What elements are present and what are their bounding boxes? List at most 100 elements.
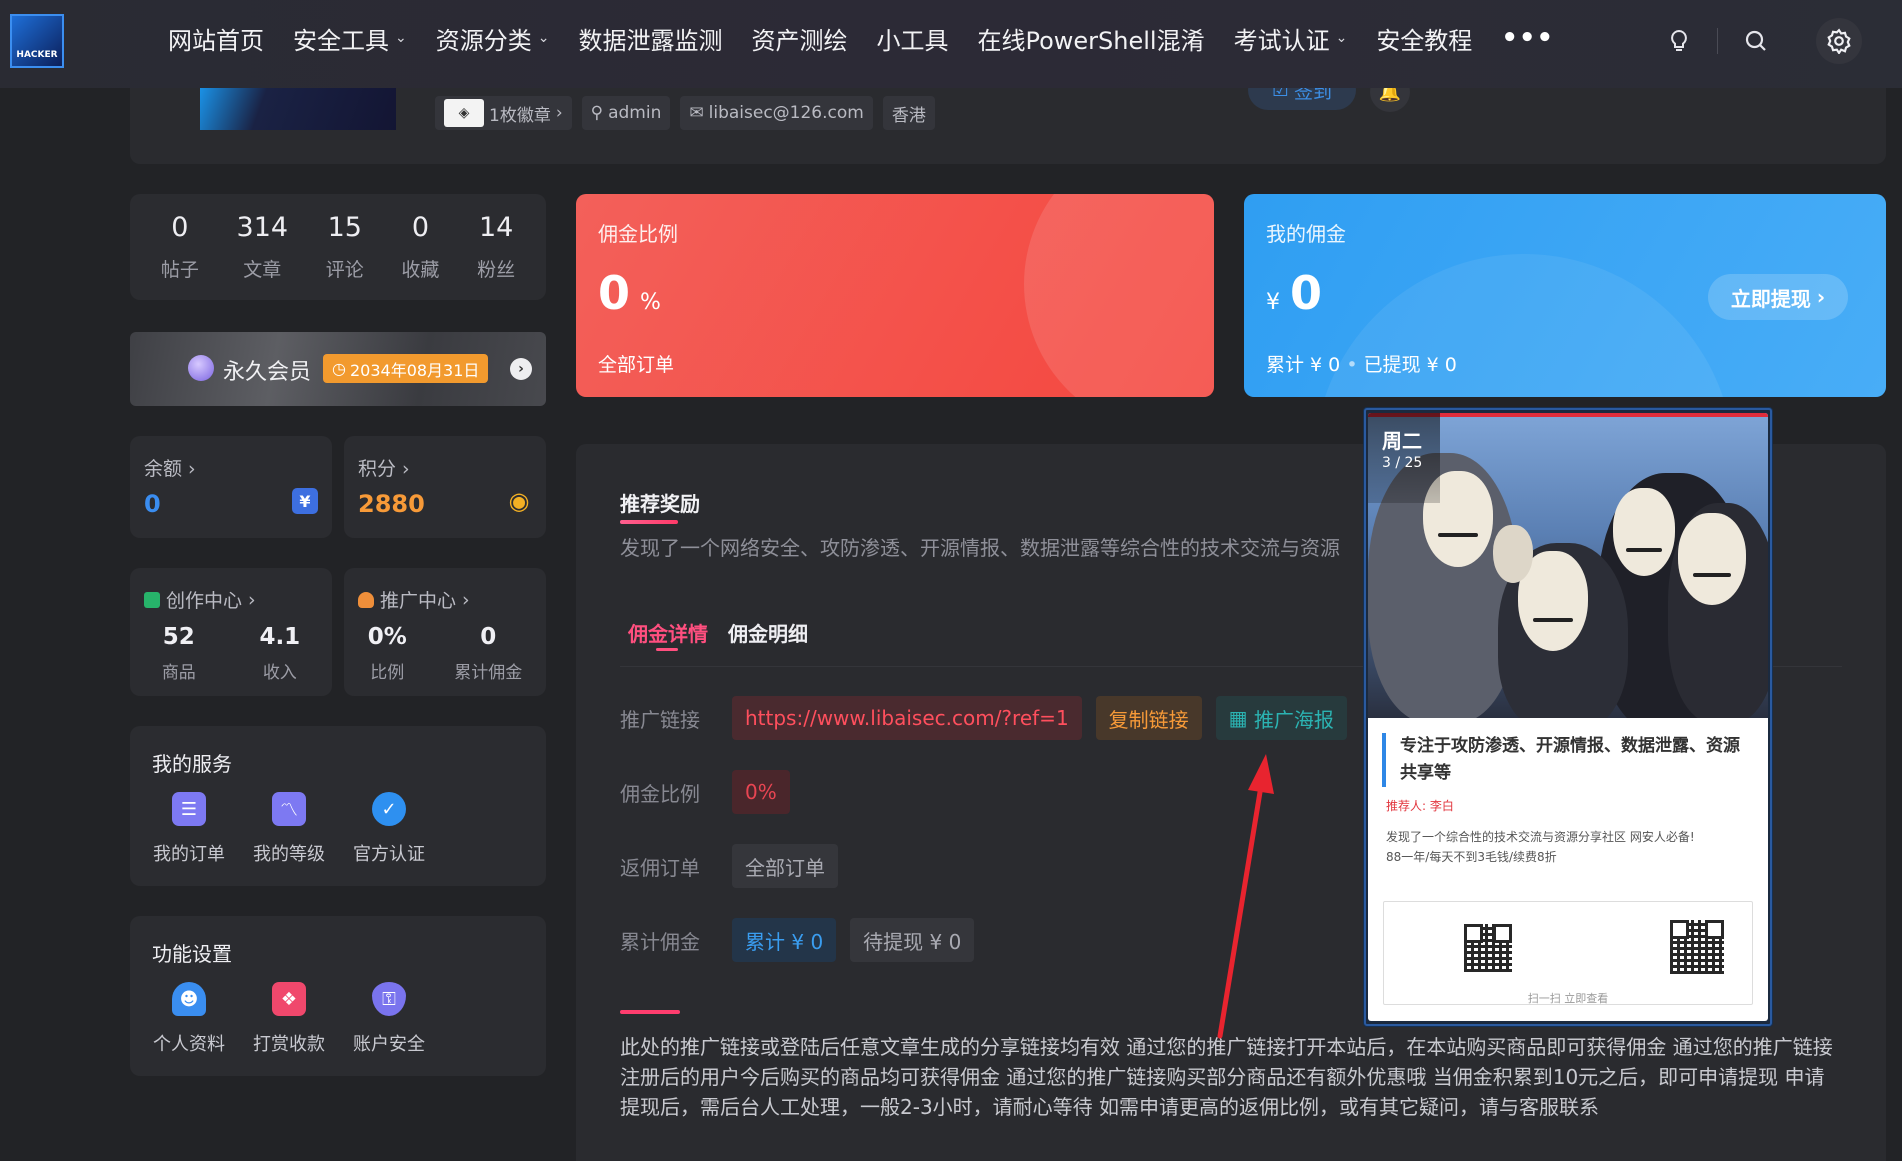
mask-face (1493, 525, 1533, 583)
row-referral-link: 推广链接 https://www.libaisec.com/?ref=1 复制链… (620, 696, 1361, 740)
clipboard-icon: ☰ (172, 792, 206, 826)
service-verification[interactable]: ✓ 官方认证 (352, 792, 426, 866)
commission-rate-card: 佣金比例 0% 全部订单 (576, 194, 1214, 397)
settings-heading: 功能设置 (152, 942, 232, 966)
tab-commission-details[interactable]: 佣金详情 (628, 618, 708, 647)
store-icon (144, 591, 160, 608)
stat-posts[interactable]: 0 帖子 (161, 212, 199, 282)
top-navbar: HACKER 网站首页 安全工具 ⌄ 资源分类 ⌄ 数据泄露监测 资产测绘 小工具 … (0, 0, 1902, 88)
points-value: 2880 (358, 490, 425, 518)
badge-tag[interactable]: ◈ 1枚徽章 › (435, 96, 572, 130)
chevron-down-icon: ⌄ (395, 30, 407, 46)
rebate-orders-pill: 全部订单 (732, 844, 838, 888)
ratio-num: 0% (367, 624, 407, 650)
qrcode-image (1670, 920, 1724, 974)
nav-item-asset-mapping[interactable]: 资产测绘 (751, 21, 847, 56)
balance-card[interactable]: 余额 › 0 ¥ (130, 436, 332, 538)
chart-icon: 〽 (272, 792, 306, 826)
promo-center-card[interactable]: 推广中心 › 0% 比例 0 累计佣金 (344, 568, 546, 696)
total-commission-stat: 0 累计佣金 (454, 624, 522, 683)
site-logo[interactable]: HACKER (10, 14, 64, 68)
shield-icon: ⚿ (372, 982, 406, 1016)
stat-articles[interactable]: 314 文章 (237, 212, 289, 282)
stat-value: 14 (478, 212, 514, 243)
nav-item-tutorials[interactable]: 安全教程 (1376, 21, 1472, 56)
copy-link-button[interactable]: 复制链接 (1095, 696, 1202, 740)
commission-number: 0 (1290, 266, 1323, 320)
gift-icon: ❖ (272, 982, 306, 1016)
vip-expiry: 2034年08月31日 (349, 360, 480, 380)
setting-profile[interactable]: ☻ 个人资料 (152, 982, 226, 1056)
poster-description: 发现了一个综合性的技术交流与资源分享社区 网安人必备! 88一年/每天不到3毛钱… (1386, 827, 1756, 867)
row-rebate-orders: 返佣订单 全部订单 (620, 844, 852, 888)
withdraw-button[interactable]: 立即提现 › (1708, 274, 1848, 320)
creator-center-label: 创作中心 (166, 590, 243, 612)
nav-label: 资源分类 (435, 26, 532, 55)
nav-item-security-tools[interactable]: 安全工具 ⌄ (293, 21, 407, 56)
my-commission-sub: 累计 ¥ 0 • 已提现 ¥ 0 (1266, 350, 1457, 377)
search-icon[interactable] (1740, 25, 1772, 57)
referral-heading: 推荐奖励 (620, 492, 700, 516)
stat-value: 0 (171, 212, 189, 243)
user-icon: ⚲ (590, 103, 604, 123)
nav-item-resources[interactable]: 资源分类 ⌄ (436, 21, 550, 56)
gem-icon (188, 355, 214, 381)
my-commission-title: 我的佣金 (1266, 222, 1346, 246)
location-tag: 香港 (882, 96, 935, 130)
row-commission-rate: 佣金比例 0% (620, 770, 804, 814)
qrcode-image (1464, 924, 1512, 972)
email-tag: ✉ libaisec@126.com (680, 96, 873, 130)
nav-item-leak-monitor[interactable]: 数据泄露监测 (578, 21, 722, 56)
chevron-down-icon: ⌄ (537, 30, 550, 46)
setting-security[interactable]: ⚿ 账户安全 (352, 982, 426, 1056)
referral-description: 发现了一个网络安全、攻防渗透、开源情报、数据泄露等综合性的技术交流与资源 (620, 536, 1340, 560)
chevron-right-icon[interactable]: › (510, 358, 532, 380)
stat-favorites[interactable]: 0 收藏 (401, 212, 439, 282)
mask-mustache (1626, 548, 1662, 552)
nav-item-powershell[interactable]: 在线PowerShell混淆 (977, 21, 1204, 56)
active-tab-indicator (656, 648, 678, 651)
nav-label: 在线PowerShell混淆 (977, 26, 1205, 55)
nav-item-tools[interactable]: 小工具 (876, 21, 948, 56)
nav-label: 数据泄露监测 (578, 26, 723, 55)
my-commission-card: 我的佣金 ¥0 累计 ¥ 0 • 已提现 ¥ 0 立即提现 › (1244, 194, 1886, 397)
nav-item-certification[interactable]: 考试认证 ⌄ (1234, 21, 1348, 56)
field-label: 佣金比例 (620, 781, 700, 806)
lightbulb-icon[interactable] (1663, 25, 1695, 57)
nav-label: 安全教程 (1376, 26, 1473, 55)
income-num: 4.1 (259, 624, 301, 650)
referral-link-value[interactable]: https://www.libaisec.com/?ref=1 (732, 696, 1082, 740)
points-card[interactable]: 积分 › 2880 ◉ (344, 436, 546, 538)
commission-withdrawn: 已提现 ¥ 0 (1363, 354, 1457, 376)
service-my-level[interactable]: 〽 我的等级 (252, 792, 326, 866)
service-my-orders[interactable]: ☰ 我的订单 (152, 792, 226, 866)
setting-tips[interactable]: ❖ 打赏收款 (252, 982, 326, 1056)
my-services-heading: 我的服务 (152, 752, 232, 776)
total-commission-label: 累计佣金 (454, 663, 523, 683)
nav-actions (1663, 18, 1862, 64)
balance-label: 余额 (144, 458, 183, 480)
stat-value: 314 (236, 212, 289, 243)
vip-label: 永久会员 (223, 360, 312, 385)
commission-rate-value: 0% (598, 266, 661, 320)
creator-center-card[interactable]: 创作中心 › 52 商品 4.1 收入 (130, 568, 332, 696)
settings-card: 功能设置 ☻ 个人资料 ❖ 打赏收款 ⚿ 账户安全 (130, 916, 546, 1076)
stat-comments[interactable]: 15 评论 (326, 212, 364, 282)
nav-label: 安全工具 (293, 26, 389, 55)
vip-membership-card[interactable]: 永久会员 ◷ 2034年08月31日 › (130, 332, 546, 406)
balance-value: 0 (144, 490, 161, 518)
settings-button[interactable] (1816, 18, 1862, 64)
promo-poster-button[interactable]: ▦ 推广海报 (1215, 696, 1347, 740)
setting-label: 账户安全 (353, 1034, 425, 1055)
row-total-commission: 累计佣金 累计 ¥ 0 待提现 ¥ 0 (620, 918, 988, 962)
nav-label: 考试认证 (1233, 26, 1330, 55)
more-menu-button[interactable]: ••• (1501, 23, 1554, 53)
poster-scan-text: 扫一扫 立即查看 (1527, 992, 1609, 1005)
ratio-stat: 0% 比例 (368, 624, 407, 683)
decor-circle (1024, 194, 1214, 397)
products-label: 商品 (161, 663, 196, 683)
nav-item-home[interactable]: 网站首页 (168, 21, 264, 56)
tab-commission-records[interactable]: 佣金明细 (728, 618, 808, 647)
stat-followers[interactable]: 14 粉丝 (477, 212, 515, 282)
stat-label: 收藏 (401, 259, 440, 281)
